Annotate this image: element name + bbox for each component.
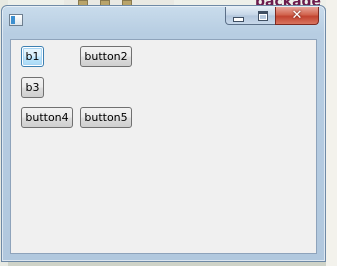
button2-button[interactable]: button2 — [80, 46, 132, 67]
background-right-strip — [326, 0, 337, 266]
button4-button[interactable]: button4 — [21, 107, 73, 128]
maximize-button[interactable] — [250, 7, 276, 25]
b3-button[interactable]: b3 — [21, 77, 44, 98]
button5-button[interactable]: button5 — [80, 107, 132, 128]
close-button[interactable]: ✕ — [275, 7, 319, 25]
title-bar[interactable]: ✕ — [2, 6, 325, 38]
b1-button[interactable]: b1 — [21, 46, 44, 67]
minimize-button[interactable] — [225, 7, 251, 25]
client-area: b1 button2 b3 button4 button5 — [10, 39, 317, 254]
close-icon: ✕ — [291, 8, 303, 23]
app-window: ✕ b1 button2 b3 button4 button5 — [1, 5, 326, 262]
app-icon[interactable] — [9, 14, 23, 26]
maximize-icon — [257, 10, 268, 21]
minimize-icon — [232, 16, 244, 22]
